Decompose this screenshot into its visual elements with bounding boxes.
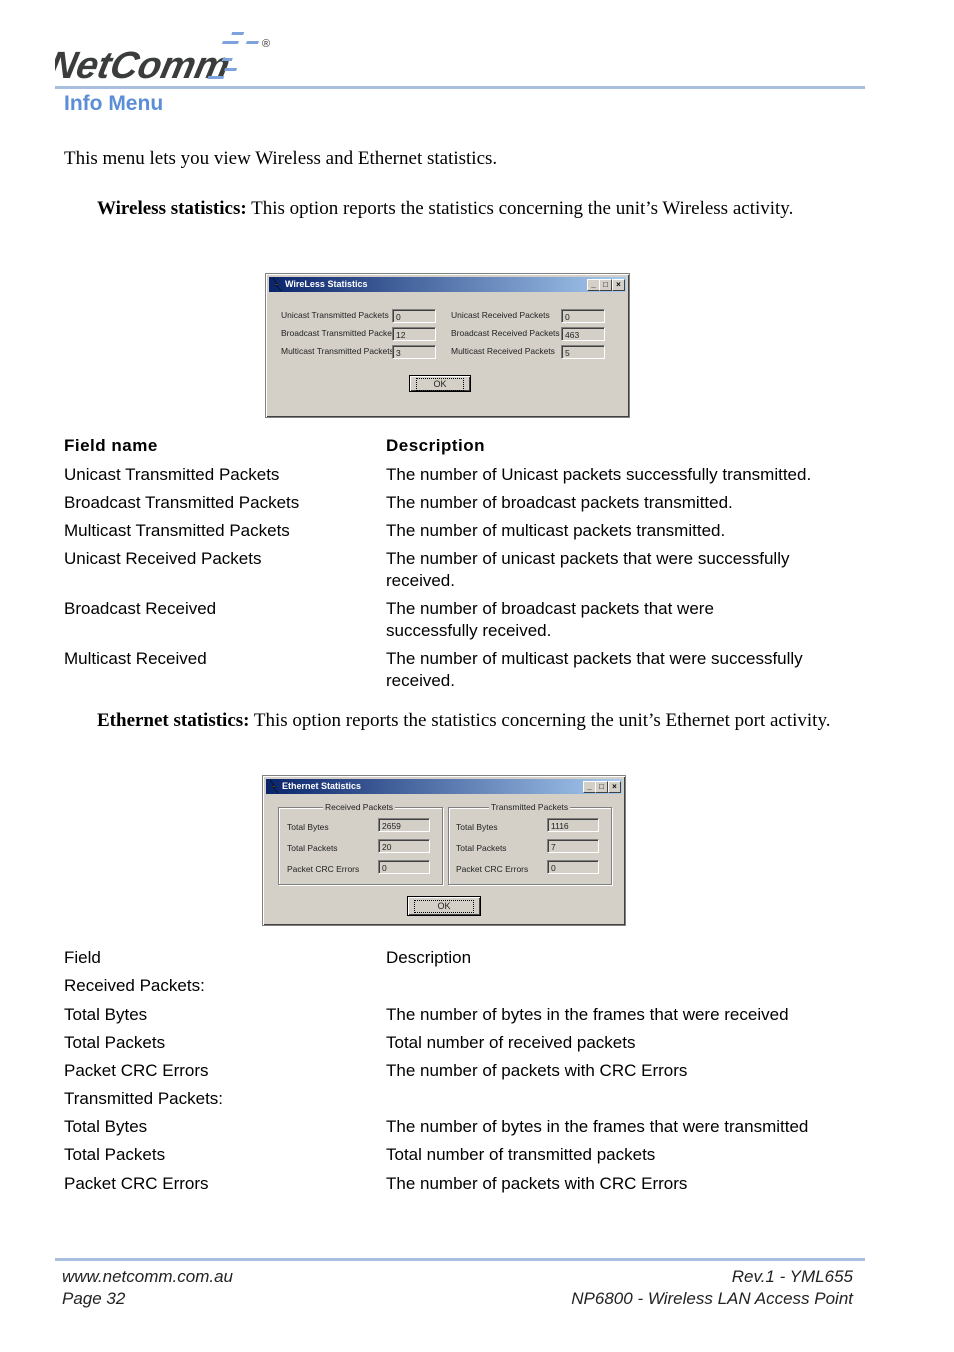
ethernet-lead-bold: Ethernet statistics: — [97, 710, 250, 731]
ok-button[interactable]: OK — [409, 375, 471, 392]
footer-revision: Rev.1 - YML655 — [731, 1267, 853, 1286]
dialog-title-bar: WireLess Statistics _ □ × — [269, 277, 626, 292]
broadcast-transmitted-field[interactable]: 12 — [392, 327, 436, 341]
maximize-button[interactable]: □ — [599, 279, 612, 291]
received-total-packets-field[interactable]: 20 — [378, 839, 430, 853]
table-row-field: Broadcast Transmitted Packets — [64, 493, 300, 512]
table-row-description: The number of Unicast packets successful… — [386, 465, 812, 484]
header-rule — [55, 86, 865, 89]
transmitted-packets-group: Transmitted Packets Total Bytes 1116 Tot… — [448, 802, 612, 885]
field-label: Multicast Transmitted Packets — [281, 346, 394, 356]
table-row-description: The number of packets with CRC Errors — [386, 1061, 688, 1080]
table-row-description: The number of bytes in the frames that w… — [386, 1005, 789, 1024]
table-header-description: Description — [386, 436, 486, 455]
wireless-lead: Wireless statistics: This option reports… — [97, 197, 817, 221]
unicast-transmitted-field[interactable]: 0 — [392, 309, 436, 323]
ok-button[interactable]: OK — [407, 896, 481, 916]
multicast-received-field[interactable]: 5 — [561, 345, 605, 359]
wireless-lead-bold: Wireless statistics: — [97, 198, 247, 219]
footer-rule — [55, 1258, 865, 1261]
table-row-description: The number of broadcast packets transmit… — [386, 493, 733, 512]
table-row-description: The number of bytes in the frames that w… — [386, 1117, 809, 1136]
table-row-description: The number of packets with CRC Errors — [386, 1174, 688, 1193]
wireless-lead-text: This option reports the statistics conce… — [246, 198, 794, 219]
group-title: Received Packets — [323, 802, 396, 812]
intro-text: This menu lets you view Wireless and Eth… — [64, 148, 498, 169]
table-header-field: Field name — [64, 436, 158, 455]
table-row-field: Multicast Received — [64, 649, 207, 668]
table-row-field: Multicast Transmitted Packets — [64, 521, 290, 540]
transmitted-crc-errors-field[interactable]: 0 — [547, 860, 599, 874]
lightning-icon — [269, 780, 279, 793]
table-row-description: Total number of received packets — [386, 1033, 636, 1052]
field-label: Packet CRC Errors — [456, 864, 529, 874]
table-row-field: Received Packets: — [64, 976, 205, 995]
section-title: Info Menu — [64, 92, 164, 115]
table-row-field: Total Packets — [64, 1033, 166, 1052]
unicast-received-field[interactable]: 0 — [561, 309, 605, 323]
close-button[interactable]: × — [608, 781, 621, 793]
table-header-field: Field — [64, 948, 101, 967]
received-packets-group: Received Packets Total Bytes 2659 Total … — [278, 802, 443, 885]
multicast-transmitted-field[interactable]: 3 — [392, 345, 436, 359]
table-row-field: Broadcast Received — [64, 599, 217, 618]
table-row-field: Unicast Transmitted Packets — [64, 465, 280, 484]
field-label: Broadcast Received Packets — [451, 328, 560, 338]
field-label: Packet CRC Errors — [287, 864, 360, 874]
ethernet-statistics-dialog: Ethernet Statistics _ □ × Received Packe… — [262, 775, 626, 926]
field-label: Total Bytes — [287, 822, 329, 832]
field-label: Multicast Received Packets — [451, 346, 555, 356]
table-row-description: The number of multicast packets that wer… — [386, 649, 803, 690]
trademark-symbol: ® — [262, 38, 271, 50]
received-crc-errors-field[interactable]: 0 — [378, 860, 430, 874]
table-header-description: Description — [386, 948, 472, 967]
table-row-description: Total number of transmitted packets — [386, 1145, 656, 1164]
table-row-description: The number of multicast packets transmit… — [386, 521, 726, 540]
received-total-bytes-field[interactable]: 2659 — [378, 818, 430, 832]
wireless-statistics-dialog: WireLess Statistics _ □ × Unicast Transm… — [265, 273, 630, 418]
broadcast-received-field[interactable]: 463 — [561, 327, 605, 341]
table-row-field: Total Packets — [64, 1145, 166, 1164]
table-row-field: Unicast Received Packets — [64, 549, 262, 568]
table-row-field: Packet CRC Errors — [64, 1061, 209, 1080]
svg-text:NetComm: NetComm — [55, 44, 234, 82]
footer-product: NP6800 - Wireless LAN Access Point — [571, 1289, 853, 1308]
close-button[interactable]: × — [612, 279, 625, 291]
footer-page-number: Page 32 — [62, 1289, 126, 1308]
table-row-field: Total Bytes — [64, 1117, 148, 1136]
maximize-button[interactable]: □ — [595, 781, 608, 793]
table-row-description: The number of unicast packets that were … — [386, 549, 790, 590]
ethernet-lead-text: This option reports the statistics conce… — [249, 710, 831, 731]
field-label: Unicast Transmitted Packets — [281, 310, 389, 320]
field-label: Total Packets — [456, 843, 507, 853]
transmitted-total-bytes-field[interactable]: 1116 — [547, 818, 599, 832]
group-title: Transmitted Packets — [489, 802, 571, 812]
footer-website: www.netcomm.com.au — [62, 1267, 233, 1286]
table-row-field: Total Bytes — [64, 1005, 148, 1024]
netcomm-logo: NetComm — [45, 30, 275, 87]
dialog-title: WireLess Statistics — [285, 279, 368, 289]
ethernet-lead: Ethernet statistics: This option reports… — [97, 709, 847, 733]
lightning-icon — [272, 278, 282, 291]
field-label: Total Packets — [287, 843, 338, 853]
table-row-field: Transmitted Packets: — [64, 1089, 224, 1108]
transmitted-total-packets-field[interactable]: 7 — [547, 839, 599, 853]
field-label: Total Bytes — [456, 822, 498, 832]
dialog-title-bar: Ethernet Statistics _ □ × — [266, 779, 622, 794]
dialog-title: Ethernet Statistics — [282, 781, 362, 791]
table-row-field: Packet CRC Errors — [64, 1174, 209, 1193]
field-label: Broadcast Transmitted Packets — [281, 328, 399, 338]
table-row-description: The number of broadcast packets that wer… — [386, 599, 714, 640]
field-label: Unicast Received Packets — [451, 310, 550, 320]
